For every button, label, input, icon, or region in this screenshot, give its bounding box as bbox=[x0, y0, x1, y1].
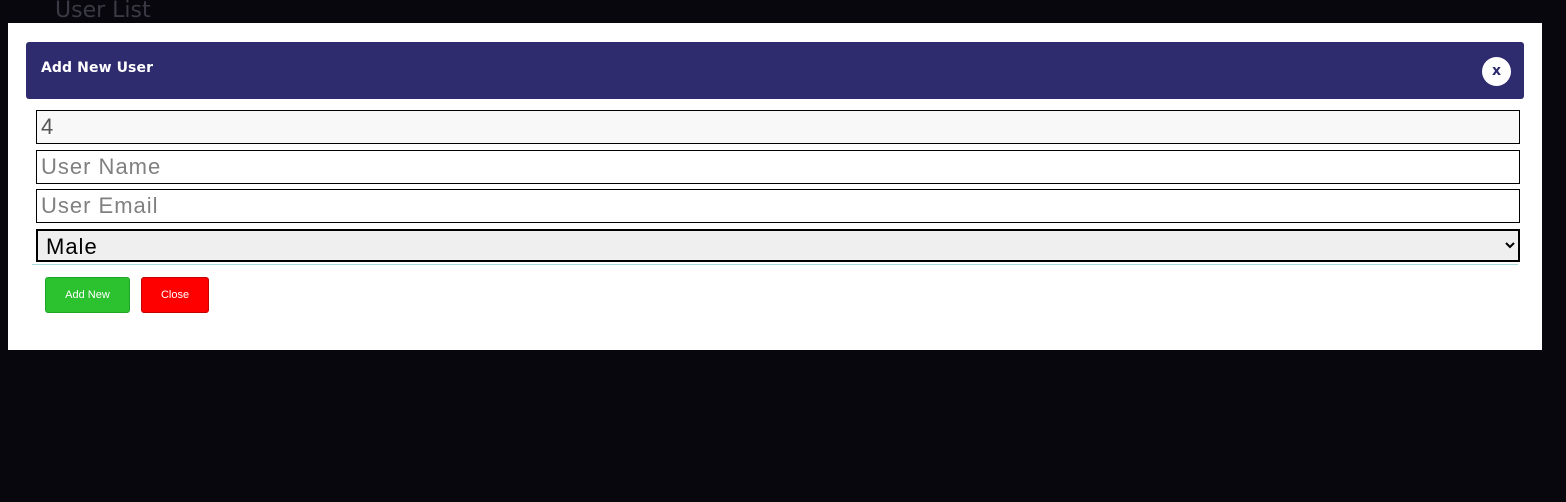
divider bbox=[32, 264, 1518, 265]
add-new-button[interactable]: Add New bbox=[45, 277, 130, 313]
close-button[interactable]: Close bbox=[141, 277, 209, 313]
user-name-field[interactable] bbox=[36, 150, 1520, 184]
modal-header: Add New User x bbox=[26, 42, 1524, 99]
page-title: User List bbox=[55, 0, 151, 23]
user-email-field[interactable] bbox=[36, 189, 1520, 223]
user-id-field[interactable] bbox=[36, 110, 1520, 144]
modal-title: Add New User bbox=[41, 60, 154, 76]
close-icon[interactable]: x bbox=[1482, 57, 1511, 86]
gender-select[interactable]: Male bbox=[36, 229, 1520, 262]
add-user-modal: Add New User x Male Add New Close bbox=[8, 23, 1542, 350]
